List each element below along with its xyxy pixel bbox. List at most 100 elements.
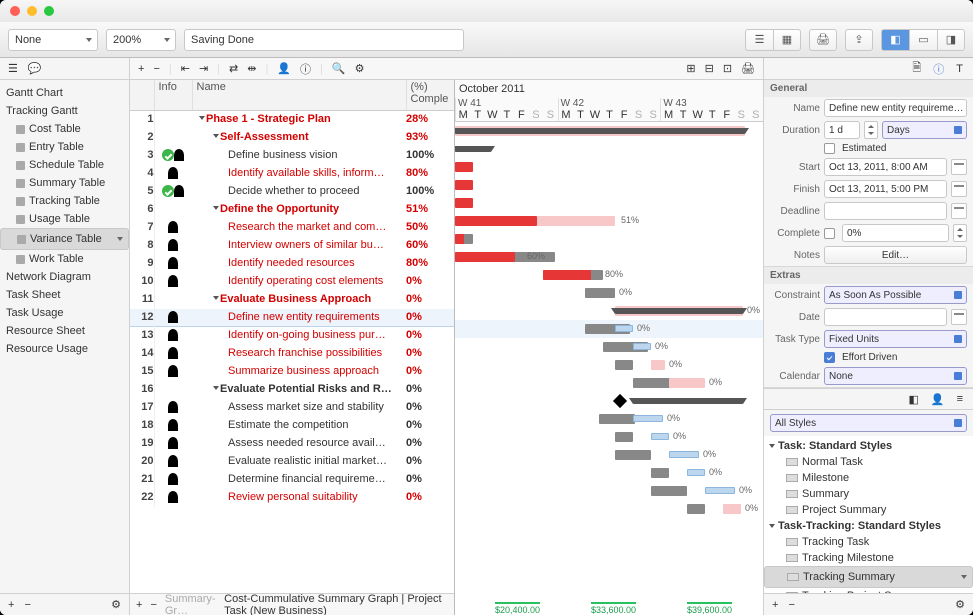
name-field[interactable]: Define new entity requireme… <box>824 99 967 117</box>
print-button[interactable]: 🖨 <box>809 29 837 51</box>
style-settings-icon[interactable]: ⚙ <box>955 598 965 611</box>
indent-button[interactable]: ⇥ <box>199 62 208 75</box>
close-window[interactable] <box>10 6 20 16</box>
col-num[interactable] <box>130 80 154 110</box>
estimated-checkbox[interactable] <box>824 143 835 154</box>
gantt-row[interactable]: 60% <box>455 248 763 266</box>
sidebar-item[interactable]: Cost Table <box>0 120 129 138</box>
grid-remove[interactable]: − <box>150 599 156 611</box>
gantt-row[interactable]: 0% <box>455 338 763 356</box>
gantt-row[interactable]: 0% <box>455 464 763 482</box>
col-complete[interactable]: (%) Comple <box>406 80 454 110</box>
gantt-row[interactable] <box>455 140 763 158</box>
sidebar-item[interactable]: Network Diagram <box>0 268 129 286</box>
table-row[interactable]: 22Review personal suitability0% <box>130 488 454 506</box>
complete-stepper[interactable] <box>953 224 967 242</box>
style-item[interactable]: Summary <box>764 486 973 502</box>
inspector-tab-doc[interactable]: 🗎 <box>912 59 921 78</box>
sidebar-item[interactable]: Task Usage <box>0 304 129 322</box>
resource-button[interactable]: 👤 <box>277 62 291 75</box>
unlink-button[interactable]: ⇹ <box>247 62 256 75</box>
gantt-row[interactable] <box>455 392 763 410</box>
gantt-row[interactable]: 80% <box>455 266 763 284</box>
duration-stepper[interactable] <box>864 121 878 139</box>
table-row[interactable]: 3Define business vision100% <box>130 146 454 164</box>
gantt-row[interactable]: 0% <box>455 302 763 320</box>
add-task-button[interactable]: + <box>138 63 144 75</box>
col-name[interactable]: Name <box>192 80 406 110</box>
sidebar-item[interactable]: Work Table <box>0 250 129 268</box>
finish-field[interactable]: Oct 13, 2011, 5:00 PM <box>824 180 947 198</box>
inspector-tab-text[interactable]: T <box>956 63 963 75</box>
sidebar-item[interactable]: Schedule Table <box>0 156 129 174</box>
remove-view[interactable]: − <box>24 599 30 611</box>
sidebar-item[interactable]: Tracking Table <box>0 192 129 210</box>
gantt-row[interactable]: 0% <box>455 428 763 446</box>
sidebar-item[interactable]: Usage Table <box>0 210 129 228</box>
share-button[interactable]: ⇪ <box>845 29 873 51</box>
table-row[interactable]: 13Identify on-going business pur…0% <box>130 326 454 344</box>
zoom-tool[interactable]: 🔍 <box>332 62 346 75</box>
style-tab-2[interactable]: 👤 <box>931 393 945 406</box>
sidebar-item[interactable]: Gantt Chart <box>0 84 129 102</box>
table-row[interactable]: 17Assess market size and stability0% <box>130 398 454 416</box>
table-row[interactable]: 15Summarize business approach0% <box>130 362 454 380</box>
style-remove[interactable]: − <box>788 599 794 611</box>
constraint-cal-icon[interactable] <box>951 309 967 325</box>
style-tab-1[interactable]: ◧ <box>908 393 918 406</box>
gantt-print[interactable]: 🖨 <box>741 62 755 75</box>
sidebar-item[interactable]: Summary Table <box>0 174 129 192</box>
sidebar-item[interactable]: Tracking Gantt <box>0 102 129 120</box>
gantt-row[interactable] <box>455 158 763 176</box>
filter-dropdown[interactable]: None <box>8 29 98 51</box>
panel-left[interactable]: ◧ <box>881 29 909 51</box>
minimize-window[interactable] <box>27 6 37 16</box>
info-button[interactable]: ⓘ <box>300 61 311 77</box>
grid-add[interactable]: + <box>136 599 142 611</box>
view-settings-icon[interactable]: ⚙ <box>111 598 121 611</box>
inspector-tab-info[interactable]: ⓘ <box>933 61 944 77</box>
start-cal-icon[interactable] <box>951 159 967 175</box>
style-add[interactable]: + <box>772 599 778 611</box>
table-row[interactable]: 7Research the market and com…50% <box>130 218 454 236</box>
gantt-row[interactable]: 51% <box>455 212 763 230</box>
gantt-tool-2[interactable]: ⊟ <box>705 62 714 75</box>
col-info[interactable]: Info <box>154 80 192 110</box>
gantt-row[interactable]: 0% <box>455 320 763 338</box>
table-row[interactable]: 14Research franchise possibilities0% <box>130 344 454 362</box>
sidebar-item[interactable]: Resource Sheet <box>0 322 129 340</box>
style-tab-3[interactable]: ≡ <box>957 393 963 405</box>
settings-icon[interactable]: ⚙ <box>355 62 365 75</box>
table-row[interactable]: 9Identify needed resources80% <box>130 254 454 272</box>
calendar-select[interactable]: None <box>824 367 967 385</box>
gantt-row[interactable]: 0% <box>455 410 763 428</box>
style-item[interactable]: Project Summary <box>764 502 973 518</box>
gantt-row[interactable] <box>455 230 763 248</box>
constraint-date-field[interactable] <box>824 308 947 326</box>
deadline-field[interactable] <box>824 202 947 220</box>
footer-tab-2[interactable]: Cost-Cummulative Summary Graph | Project… <box>224 593 448 615</box>
table-row[interactable]: 18Estimate the competition0% <box>130 416 454 434</box>
table-row[interactable]: 5Decide whether to proceed100% <box>130 182 454 200</box>
gantt-row[interactable]: 0% <box>455 356 763 374</box>
table-row[interactable]: 19Assess needed resource avail…0% <box>130 434 454 452</box>
view-list-button[interactable]: ☰ <box>745 29 773 51</box>
link-button[interactable]: ⇄ <box>229 62 238 75</box>
add-view[interactable]: + <box>8 599 14 611</box>
table-row[interactable]: 8Interview owners of similar bu…60% <box>130 236 454 254</box>
table-row[interactable]: 21Determine financial requireme…0% <box>130 470 454 488</box>
remove-task-button[interactable]: − <box>153 63 159 75</box>
gantt-row[interactable]: 0% <box>455 446 763 464</box>
search-field[interactable]: Saving Done <box>184 29 464 51</box>
gantt-row[interactable]: 0% <box>455 374 763 392</box>
zoom-window[interactable] <box>44 6 54 16</box>
table-row[interactable]: 6Define the Opportunity51% <box>130 200 454 218</box>
deadline-cal-icon[interactable] <box>951 203 967 219</box>
zoom-dropdown[interactable]: 200% <box>106 29 176 51</box>
style-item[interactable]: Normal Task <box>764 454 973 470</box>
chat-icon[interactable]: 💬 <box>28 62 42 75</box>
panel-right[interactable]: ◨ <box>937 29 965 51</box>
gantt-row[interactable] <box>455 194 763 212</box>
table-row[interactable]: 10Identify operating cost elements0% <box>130 272 454 290</box>
style-item[interactable]: Task-Tracking: Standard Styles <box>764 518 973 534</box>
